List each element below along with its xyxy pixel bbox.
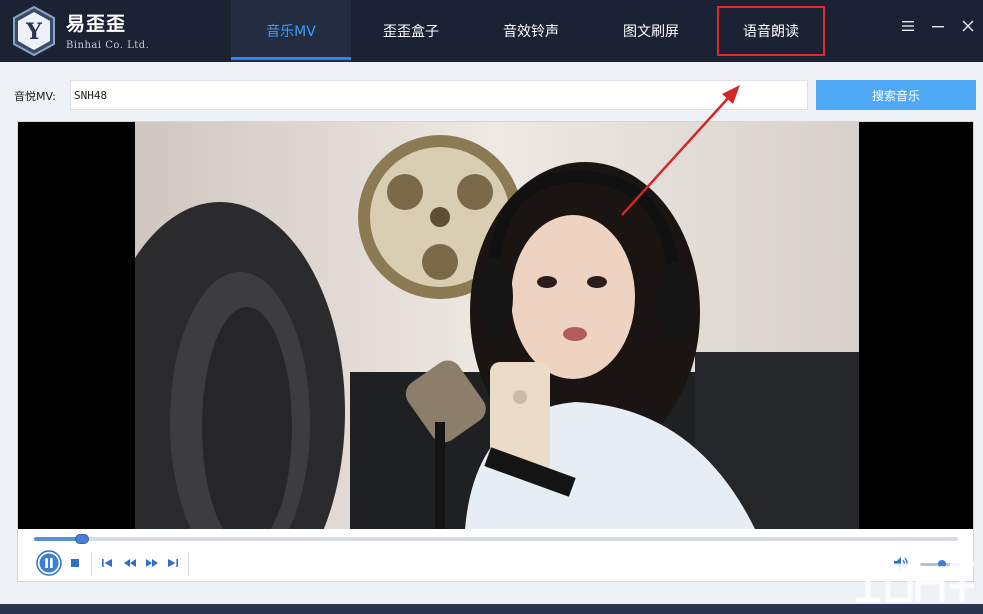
app-window: Y 易歪歪 Binhai Co. Ltd. 音乐MV 歪歪盒子 音效铃声 图文刷… [0,0,983,614]
search-music-button[interactable]: 搜索音乐 [816,80,976,110]
status-strip [0,604,983,614]
tab-music-mv[interactable]: 音乐MV [231,0,351,62]
tab-waiwai-box[interactable]: 歪歪盒子 [351,0,471,62]
tab-voice-reading[interactable]: 语音朗读 [711,0,831,62]
skip-back-button[interactable] [100,556,114,570]
minimize-icon [932,26,944,28]
tab-image-text-spam[interactable]: 图文刷屏 [591,0,711,62]
search-row: 音悦MV: 搜索音乐 [0,80,983,110]
tab-sound-effects[interactable]: 音效铃声 [471,0,591,62]
fast-forward-icon [146,559,158,567]
minimize-button[interactable] [923,11,953,41]
search-label: 音悦MV: [14,90,56,103]
company-name: Binhai Co. Ltd. [66,40,150,51]
stop-button[interactable] [68,556,82,570]
control-divider [91,552,92,576]
menu-button[interactable] [893,11,923,41]
seek-bar[interactable] [34,534,958,544]
skip-forward-icon [168,559,178,567]
skip-forward-button[interactable] [166,556,180,570]
search-input[interactable] [70,80,808,110]
playback-controls [18,546,973,582]
svg-text:Y: Y [25,19,42,45]
skip-back-icon [102,559,112,567]
title-bar: Y 易歪歪 Binhai Co. Ltd. 音乐MV 歪歪盒子 音效铃声 图文刷… [0,0,983,62]
site-watermark-logo [856,561,974,603]
pause-icon [36,550,62,576]
stop-icon [71,559,79,567]
rewind-icon [124,559,136,567]
close-button[interactable] [953,11,983,41]
window-controls [893,0,983,52]
pause-button[interactable] [36,550,62,576]
main-tabs: 音乐MV 歪歪盒子 音效铃声 图文刷屏 语音朗读 [231,0,831,62]
close-icon [962,20,974,32]
app-name: 易歪歪 [66,13,127,35]
video-player [17,121,974,582]
video-display[interactable] [18,122,973,529]
app-logo-icon: Y [13,6,55,56]
video-frame-image [135,122,859,529]
seek-thumb[interactable] [75,534,90,544]
fast-forward-button[interactable] [144,556,160,570]
rewind-button[interactable] [122,556,138,570]
control-divider [188,552,189,576]
hamburger-icon [902,21,914,31]
